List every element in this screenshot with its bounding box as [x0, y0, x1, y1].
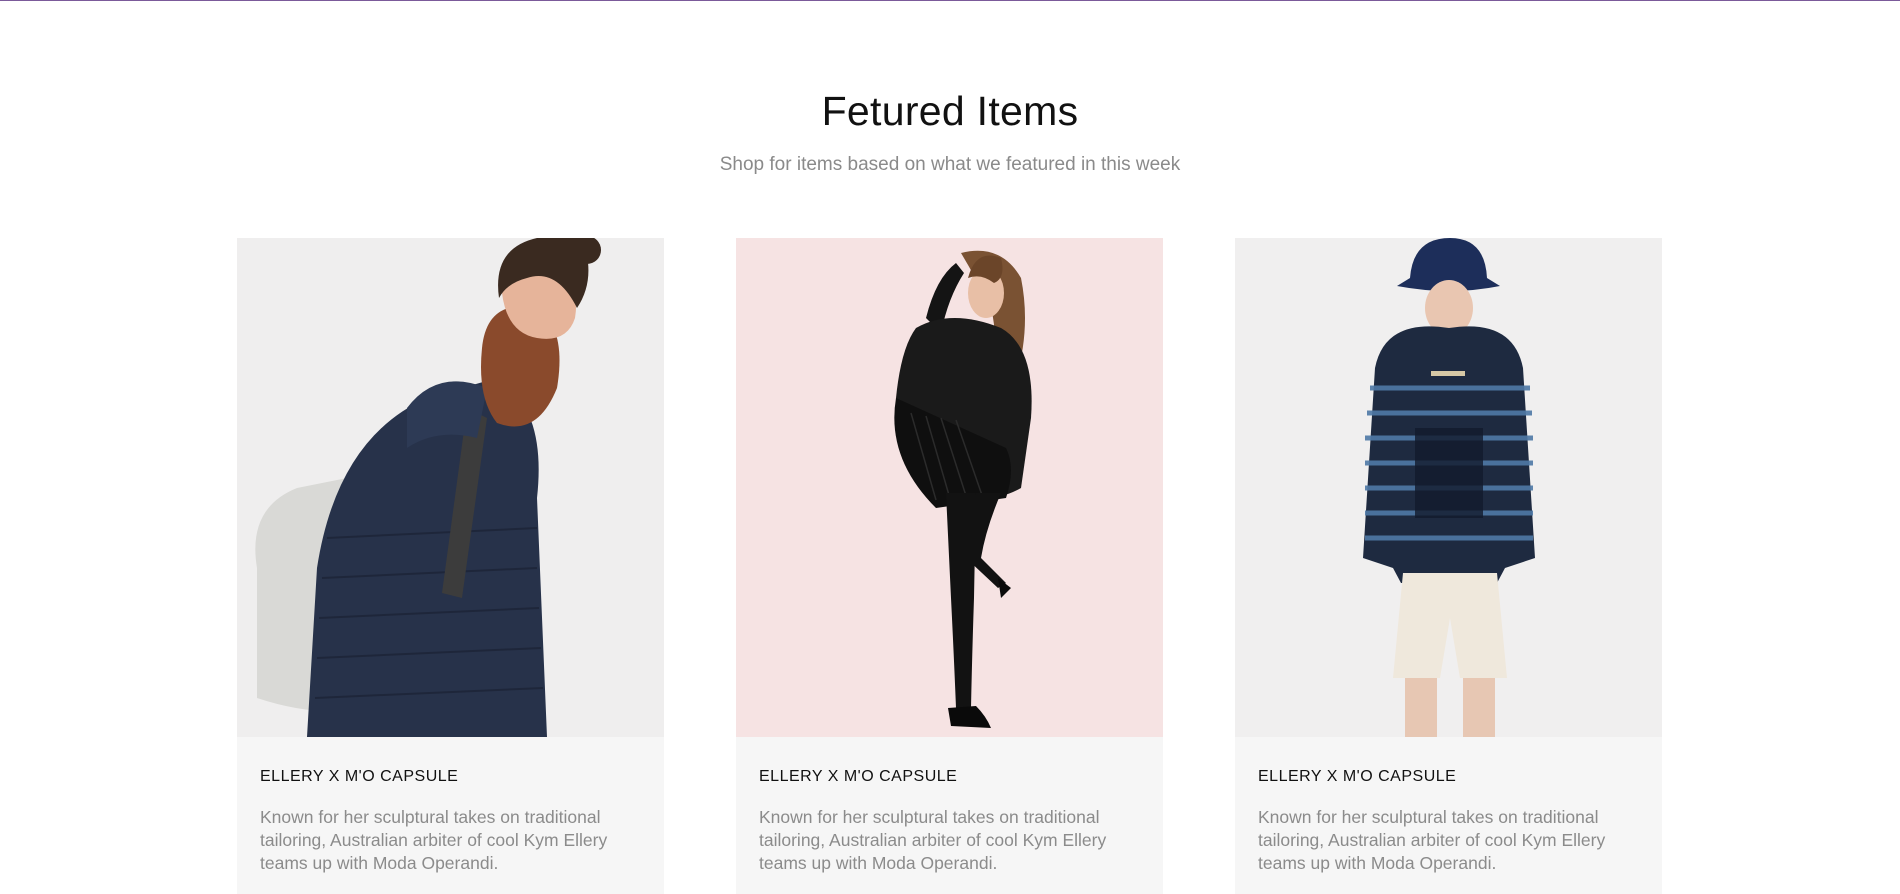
product-description: Known for her sculptural takes on tradit… [1258, 807, 1606, 873]
product-title[interactable]: ELLERY X M'O CAPSULE [1258, 768, 1456, 786]
top-divider [0, 0, 1900, 1]
product-description: Known for her sculptural takes on tradit… [260, 807, 608, 873]
featured-items-page: Fetured Items Shop for items based on wh… [0, 0, 1900, 894]
product-title[interactable]: ELLERY X M'O CAPSULE [260, 768, 458, 786]
product-title[interactable]: ELLERY X M'O CAPSULE [759, 768, 957, 786]
product-description: Known for her sculptural takes on tradit… [759, 807, 1107, 873]
section-subtitle: Shop for items based on what we featured… [719, 154, 1181, 175]
section-title: Fetured Items [821, 88, 1079, 134]
product-card[interactable]: ELLERY X M'O CAPSULE Known for her sculp… [1235, 238, 1662, 894]
product-card[interactable]: ELLERY X M'O CAPSULE Known for her sculp… [237, 238, 664, 894]
product-image[interactable] [1235, 238, 1662, 737]
product-image[interactable] [736, 238, 1163, 737]
product-card[interactable]: ELLERY X M'O CAPSULE Known for her sculp… [736, 238, 1163, 894]
product-image[interactable] [237, 238, 664, 737]
